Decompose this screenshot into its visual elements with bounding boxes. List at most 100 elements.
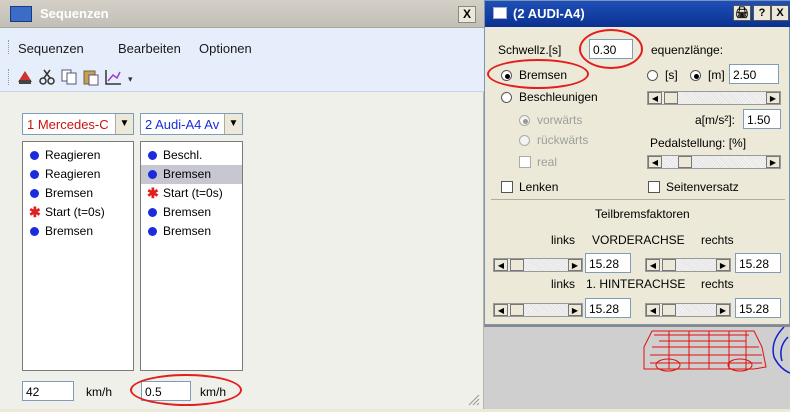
scroll-right-icon[interactable]: ▶ <box>568 304 582 316</box>
chart-icon[interactable] <box>104 68 122 86</box>
chevron-down-icon[interactable]: ▼ <box>224 114 242 134</box>
list-item-label: Start (t=0s) <box>45 205 105 219</box>
scroll-left-icon[interactable]: ◀ <box>648 92 662 104</box>
beschleunigen-radio[interactable] <box>501 92 512 103</box>
rueckwaerts-label: rückwärts <box>537 133 589 147</box>
list-item-label: Bremsen <box>45 186 94 200</box>
resize-grip-icon[interactable] <box>468 394 480 406</box>
vehicle-select-1[interactable]: 1 Mercedes-C ▼ <box>22 113 134 135</box>
vorwaerts-radio[interactable] <box>519 115 530 126</box>
help-button[interactable]: ? <box>753 5 771 21</box>
highlight-circle <box>130 374 242 406</box>
scroll-right-icon[interactable]: ▶ <box>766 156 780 168</box>
scroll-right-icon[interactable]: ▶ <box>716 259 730 271</box>
scroll-thumb[interactable] <box>664 92 678 104</box>
menu-optionen[interactable]: Optionen <box>199 41 252 56</box>
cut-icon[interactable] <box>38 68 56 86</box>
audi-settings-window: (2 AUDI-A4) 🖨 ? X Schwellz.[s] 0.30 eque… <box>484 0 790 325</box>
scroll-right-icon[interactable]: ▶ <box>766 92 780 104</box>
scroll-left-icon[interactable]: ◀ <box>648 156 662 168</box>
scroll-right-icon[interactable]: ▶ <box>568 259 582 271</box>
menu-sequenzen[interactable]: Sequenzen <box>18 41 84 56</box>
sequenzen-titlebar[interactable]: Sequenzen X <box>0 0 484 28</box>
vehicle-wireframe-icon <box>643 326 790 374</box>
front-left-input[interactable]: 15.28 <box>585 253 631 273</box>
scroll-thumb[interactable] <box>662 259 676 271</box>
acceleration-value: 1.50 <box>747 113 771 127</box>
window-title: (2 AUDI-A4) <box>513 6 585 21</box>
acceleration-input[interactable]: 1.50 <box>743 109 781 129</box>
audi-titlebar[interactable]: (2 AUDI-A4) 🖨 ? X <box>485 1 790 27</box>
close-button[interactable]: X <box>771 5 789 21</box>
start-marker-icon: ✱ <box>29 204 41 220</box>
front-right-input[interactable]: 15.28 <box>735 253 781 273</box>
scroll-thumb[interactable] <box>510 259 524 271</box>
unit-m-radio[interactable] <box>690 70 701 81</box>
bullet-icon <box>30 227 39 236</box>
list-item[interactable]: Bremsen <box>141 165 242 184</box>
toolbar-overflow-icon[interactable]: ▾ <box>128 74 133 85</box>
seitenversatz-checkbox[interactable] <box>648 181 660 193</box>
real-checkbox[interactable] <box>519 156 531 168</box>
rear-left-value: 15.28 <box>589 302 620 316</box>
list-item[interactable]: Bremsen <box>23 222 133 241</box>
list-item[interactable]: Bremsen <box>141 203 242 222</box>
list-item-label: Bremsen <box>163 167 212 181</box>
scroll-left-icon[interactable]: ◀ <box>646 304 660 316</box>
scroll-thumb[interactable] <box>678 156 692 168</box>
vehicle-select-2[interactable]: 2 Audi-A4 Av ▼ <box>140 113 243 135</box>
speed-input-1[interactable]: 42 <box>22 381 74 401</box>
list-item[interactable]: Bremsen <box>141 222 242 241</box>
toolbar: ▾ <box>0 62 484 92</box>
rear-right-scrollbar[interactable]: ◀ ▶ <box>645 303 731 317</box>
start-marker-icon: ✱ <box>147 185 159 201</box>
pedal-label: Pedalstellung: [%] <box>650 136 747 150</box>
unit-s-label: [s] <box>665 68 678 82</box>
front-right-scrollbar[interactable]: ◀ ▶ <box>645 258 731 272</box>
list-item[interactable]: Reagieren <box>23 146 133 165</box>
front-axle-label: VORDERACHSE <box>592 233 685 247</box>
list-item[interactable]: Beschl. <box>141 146 242 165</box>
length-scrollbar[interactable]: ◀ ▶ <box>647 91 781 105</box>
scroll-left-icon[interactable]: ◀ <box>494 259 508 271</box>
list-item[interactable]: Bremsen <box>23 184 133 203</box>
length-input[interactable]: 2.50 <box>729 64 779 84</box>
menu-bearbeiten[interactable]: Bearbeiten <box>118 41 181 56</box>
scroll-right-icon[interactable]: ▶ <box>716 304 730 316</box>
sequence-list-1[interactable]: Reagieren Reagieren Bremsen ✱ Start (t=0s) Br… <box>22 141 134 371</box>
sequence-list-2[interactable]: Beschl. Bremsen ✱ Start (t=0s) Bremsen Bremse… <box>140 141 243 371</box>
menu-grip <box>8 40 10 54</box>
scroll-thumb[interactable] <box>510 304 524 316</box>
scroll-left-icon[interactable]: ◀ <box>646 259 660 271</box>
rear-left-input[interactable]: 15.28 <box>585 298 631 318</box>
list-item-label: Bremsen <box>45 224 94 238</box>
front-left-value: 15.28 <box>589 257 620 271</box>
unit-s-radio[interactable] <box>647 70 658 81</box>
acceleration-label: a[m/s²]: <box>695 113 736 127</box>
print-button[interactable]: 🖨 <box>733 5 751 21</box>
bullet-icon <box>148 227 157 236</box>
list-item[interactable]: ✱ Start (t=0s) <box>23 203 133 222</box>
scene-viewport[interactable] <box>484 325 790 409</box>
rear-right-input[interactable]: 15.28 <box>735 298 781 318</box>
sequenzlaenge-label: equenzlänge: <box>651 43 724 57</box>
list-item-label: Bremsen <box>163 224 212 238</box>
close-button[interactable]: X <box>458 6 476 23</box>
bullet-icon <box>30 151 39 160</box>
rueckwaerts-radio[interactable] <box>519 135 530 146</box>
scroll-left-icon[interactable]: ◀ <box>494 304 508 316</box>
rear-left-scrollbar[interactable]: ◀ ▶ <box>493 303 583 317</box>
scroll-thumb[interactable] <box>662 304 676 316</box>
list-item[interactable]: ✱ Start (t=0s) <box>141 184 242 203</box>
chevron-down-icon[interactable]: ▼ <box>115 114 133 134</box>
sequence-tool-icon[interactable] <box>16 68 34 86</box>
list-item-label: Reagieren <box>45 148 101 162</box>
paste-icon[interactable] <box>82 68 100 86</box>
copy-icon[interactable] <box>60 68 78 86</box>
bullet-icon <box>30 189 39 198</box>
list-item[interactable]: Reagieren <box>23 165 133 184</box>
lenken-checkbox[interactable] <box>501 181 513 193</box>
pedal-scrollbar[interactable]: ◀ ▶ <box>647 155 781 169</box>
window-icon <box>493 7 507 19</box>
front-left-scrollbar[interactable]: ◀ ▶ <box>493 258 583 272</box>
